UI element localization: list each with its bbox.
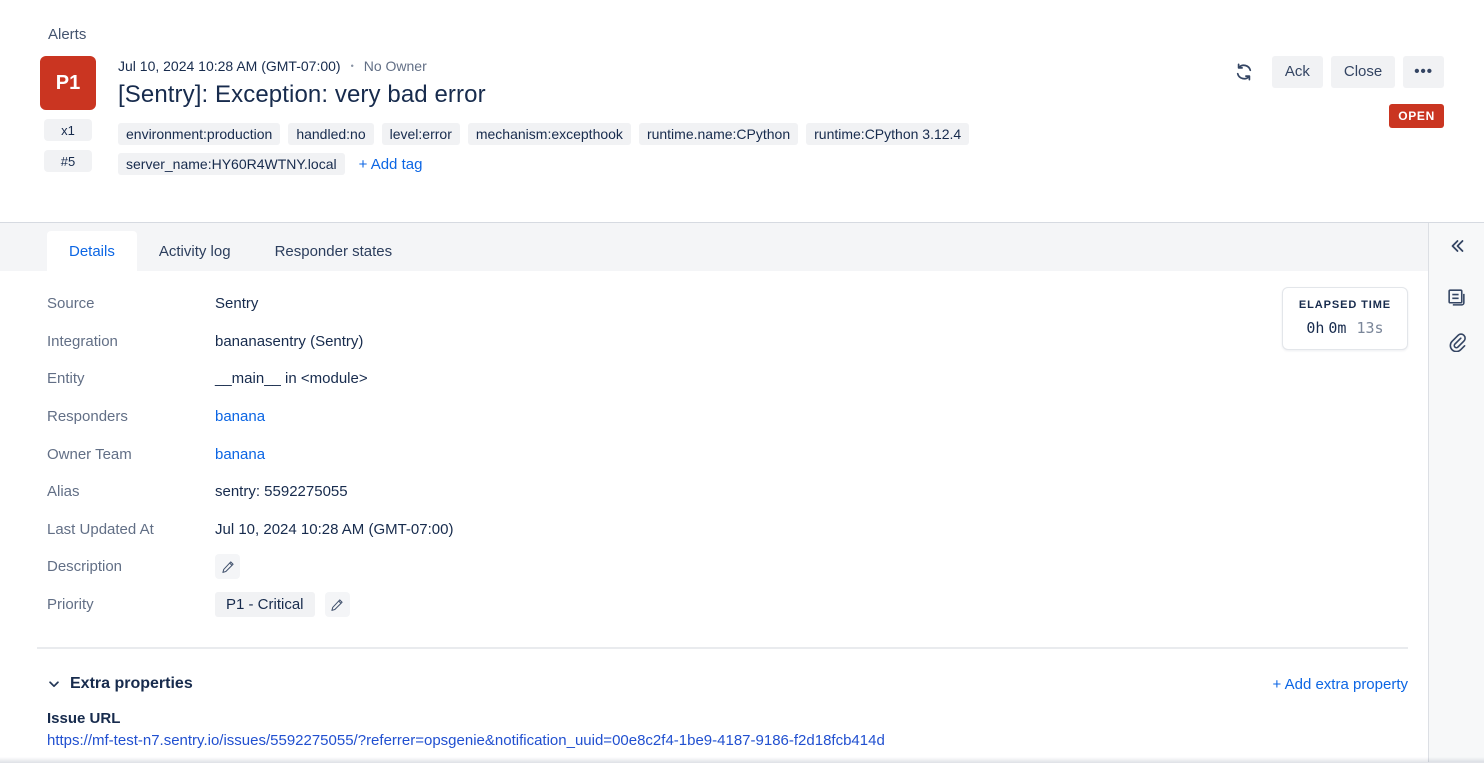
tab-bar: DetailsActivity logResponder states [0, 223, 1428, 271]
alert-timestamp: Jul 10, 2024 10:28 AM (GMT-07:00) [118, 58, 341, 74]
priority-chip: P1 - Critical [215, 592, 315, 617]
alert-header: Alerts P1 x1 #5 Jul 10, 2024 10:28 AM (G… [0, 0, 1484, 223]
field-row-responders: Respondersbanana [47, 398, 1408, 436]
elapsed-time-box: ELAPSED TIME 0h0m 13s [1282, 287, 1408, 350]
field-row-integration: Integrationbananasentry (Sentry) [47, 323, 1408, 361]
meta-separator-dot: • [351, 61, 354, 71]
attachment-paperclip-icon[interactable] [1447, 332, 1467, 352]
field-link[interactable]: banana [215, 446, 265, 463]
tag-chip[interactable]: runtime:CPython 3.12.4 [806, 123, 969, 145]
chevron-down-icon [47, 677, 61, 691]
pencil-icon [221, 560, 235, 574]
edit-pencil-button[interactable] [215, 554, 240, 579]
pencil-icon [330, 598, 344, 612]
notes-icon[interactable] [1446, 287, 1467, 308]
elapsed-hours: 0h [1306, 319, 1324, 337]
issue-url-link[interactable]: https://mf-test-n7.sentry.io/issues/5592… [47, 732, 1377, 749]
field-label: Priority [47, 596, 215, 613]
edit-pencil-button[interactable] [325, 592, 350, 617]
field-row-priority: PriorityP1 - Critical [47, 586, 1408, 624]
alert-number-badge: #5 [44, 150, 92, 172]
extra-properties-toggle[interactable]: Extra properties [47, 675, 193, 693]
tag-chip[interactable]: mechanism:excepthook [468, 123, 631, 145]
field-value: sentry: 5592275055 [215, 483, 348, 500]
add-tag-link[interactable]: + Add tag [359, 156, 423, 173]
ack-button[interactable]: Ack [1272, 56, 1323, 88]
tag-chip[interactable]: environment:production [118, 123, 280, 145]
field-value [215, 554, 240, 579]
alert-title: [Sentry]: Exception: very bad error [118, 81, 1234, 109]
elapsed-time-label: ELAPSED TIME [1299, 299, 1391, 311]
field-label: Last Updated At [47, 521, 215, 538]
issue-url-label: Issue URL [47, 710, 1408, 727]
field-label: Integration [47, 333, 215, 350]
field-row-description: Description [47, 548, 1408, 586]
field-value: Sentry [215, 295, 258, 312]
field-value: Jul 10, 2024 10:28 AM (GMT-07:00) [215, 521, 453, 538]
tag-chip[interactable]: handled:no [288, 123, 373, 145]
details-panel: ELAPSED TIME 0h0m13s SourceSentryIntegra… [0, 271, 1428, 762]
tags-row: environment:production handled:no level:er… [118, 123, 1198, 175]
collapse-panel-icon[interactable] [1447, 236, 1467, 256]
tag-chip[interactable]: runtime.name:CPython [639, 123, 798, 145]
right-rail [1428, 223, 1484, 762]
priority-badge: P1 [40, 56, 96, 110]
field-value: P1 - Critical [215, 592, 350, 617]
tag-chip[interactable]: server_name:HY60R4WTNY.local [118, 153, 345, 175]
field-value: bananasentry (Sentry) [215, 333, 363, 350]
auto-refresh-icon[interactable] [1234, 62, 1254, 82]
field-link[interactable]: banana [215, 408, 265, 425]
add-extra-property-link[interactable]: + Add extra property [1273, 676, 1409, 693]
more-actions-button[interactable]: ••• [1403, 56, 1444, 88]
fields-list: SourceSentryIntegrationbananasentry (Sen… [47, 285, 1408, 623]
field-label: Alias [47, 483, 215, 500]
count-badge: x1 [44, 119, 92, 141]
field-row-last-updated-at: Last Updated AtJul 10, 2024 10:28 AM (GM… [47, 511, 1408, 549]
tab-activity-log[interactable]: Activity log [137, 231, 253, 271]
field-value: __main__ in <module> [215, 370, 368, 387]
extra-properties-title: Extra properties [70, 675, 193, 693]
tab-responder-states[interactable]: Responder states [253, 231, 415, 271]
close-button[interactable]: Close [1331, 56, 1395, 88]
elapsed-seconds: 13s [1356, 319, 1383, 337]
status-badge: OPEN [1389, 104, 1444, 128]
field-row-alias: Aliassentry: 5592275055 [47, 473, 1408, 511]
field-label: Entity [47, 370, 215, 387]
field-row-source: SourceSentry [47, 285, 1408, 323]
field-label: Source [47, 295, 215, 312]
tab-details[interactable]: Details [47, 231, 137, 271]
alert-owner: No Owner [364, 58, 427, 74]
section-divider [37, 647, 1408, 649]
elapsed-minutes: 0m [1328, 319, 1346, 337]
field-label: Description [47, 558, 215, 575]
field-value: banana [215, 408, 265, 425]
field-row-entity: Entity__main__ in <module> [47, 360, 1408, 398]
tag-chip[interactable]: level:error [382, 123, 460, 145]
breadcrumb[interactable]: Alerts [0, 0, 1484, 43]
field-label: Responders [47, 408, 215, 425]
field-value: banana [215, 446, 265, 463]
field-row-owner-team: Owner Teambanana [47, 435, 1408, 473]
field-label: Owner Team [47, 446, 215, 463]
